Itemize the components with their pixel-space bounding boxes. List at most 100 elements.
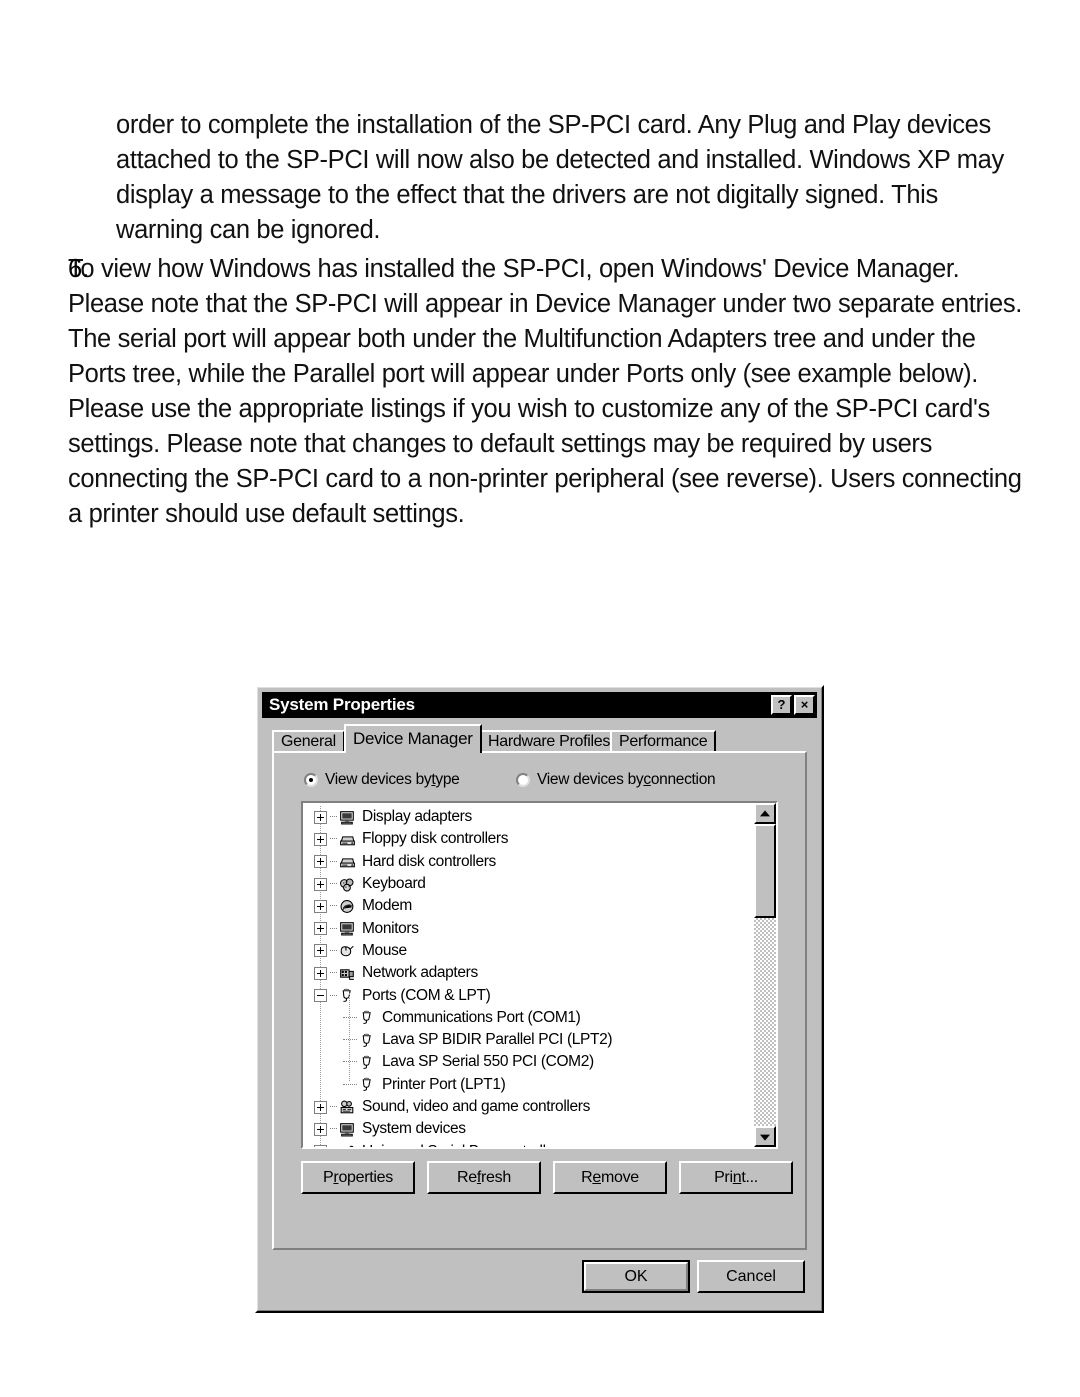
tree-item[interactable]: Universal Serial Bus controllers: [303, 1140, 754, 1147]
sound-icon: [338, 1099, 357, 1116]
drive-icon: [338, 831, 357, 848]
dialog-titlebar[interactable]: System Properties ? ×: [262, 692, 817, 718]
tree-item[interactable]: Ports (COM & LPT): [303, 984, 754, 1006]
scroll-down-icon[interactable]: [754, 1126, 776, 1147]
expand-plus-icon[interactable]: [314, 810, 327, 824]
tree-item[interactable]: Network adapters: [303, 962, 754, 984]
titlebar-button-group: ? ×: [771, 695, 817, 715]
tree-item[interactable]: Communications Port (COM1): [303, 1007, 754, 1029]
tree-item-label: Modem: [362, 897, 412, 915]
tree-item[interactable]: Keyboard: [303, 873, 754, 895]
device-manager-page: View devices by t ype View devices by c on…: [272, 751, 807, 1250]
modem-icon: [338, 898, 357, 915]
tree-item-label: Floppy disk controllers: [362, 830, 509, 848]
properties-label-pre: P: [323, 1169, 334, 1186]
expand-plus-icon[interactable]: [314, 877, 327, 891]
expand-plus-icon[interactable]: [314, 1122, 327, 1136]
collapse-minus-icon[interactable]: [314, 989, 327, 1003]
device-action-buttons: Properties Refresh Remove Print...: [301, 1161, 793, 1194]
refresh-label-pre: Re: [457, 1169, 477, 1186]
arrow-up-icon: [760, 809, 770, 816]
tab-strip: General Device Manager Hardware Profiles…: [272, 724, 807, 753]
tree-item[interactable]: Lava SP BIDIR Parallel PCI (LPT2): [303, 1029, 754, 1051]
tree-item[interactable]: Floppy disk controllers: [303, 828, 754, 850]
monitor-icon: [338, 920, 357, 937]
tree-item[interactable]: Sound, video and game controllers: [303, 1096, 754, 1118]
radio-label-type-post: ype: [435, 771, 460, 788]
port-icon: [358, 1054, 377, 1071]
dialog-frame: System Properties ? × General Device Man…: [257, 687, 822, 1311]
system-properties-dialog[interactable]: System Properties ? × General Device Man…: [255, 685, 824, 1313]
scroll-up-icon[interactable]: [754, 803, 776, 824]
tree-item[interactable]: System devices: [303, 1118, 754, 1140]
tab-performance[interactable]: Performance: [610, 730, 717, 753]
network-card-icon: [338, 965, 357, 982]
tree-item[interactable]: Monitors: [303, 917, 754, 939]
expand-plus-icon[interactable]: [314, 832, 327, 846]
close-icon[interactable]: ×: [794, 695, 815, 715]
properties-button[interactable]: Properties: [301, 1161, 415, 1194]
device-tree-listbox[interactable]: Display adapters Floppy disk controllers H…: [301, 801, 778, 1149]
scrollbar-thumb[interactable]: [754, 824, 776, 918]
tree-item-label: Communications Port (COM1): [382, 1008, 581, 1026]
print-label-pre: Pri: [714, 1169, 733, 1186]
computer-icon: [338, 1121, 357, 1138]
arrow-down-icon: [760, 1134, 770, 1141]
tree-connector: [343, 1083, 357, 1086]
radio-indicator-type[interactable]: [304, 773, 318, 787]
ok-button[interactable]: OK: [582, 1260, 690, 1293]
tree-item[interactable]: Modem: [303, 895, 754, 917]
expand-plus-icon[interactable]: [314, 966, 327, 980]
tab-general[interactable]: General: [272, 730, 345, 753]
refresh-label-post: resh: [481, 1169, 511, 1186]
port-icon: [338, 987, 357, 1004]
tree-item[interactable]: Mouse: [303, 940, 754, 962]
usb-icon: [338, 1143, 357, 1147]
refresh-button[interactable]: Refresh: [427, 1161, 541, 1194]
tree-connector: [330, 994, 337, 997]
radio-label-type-pre: View devices by: [325, 771, 432, 788]
radio-label-conn-pre: View devices by: [537, 771, 644, 788]
device-tree[interactable]: Display adapters Floppy disk controllers H…: [303, 806, 754, 1147]
view-mode-radio-group: View devices by t ype View devices by c on…: [304, 771, 795, 795]
print-button[interactable]: Print...: [679, 1161, 793, 1194]
port-icon: [358, 1076, 377, 1093]
tree-item[interactable]: Lava SP Serial 550 PCI (COM2): [303, 1051, 754, 1073]
radio-indicator-connection[interactable]: [516, 773, 530, 787]
tab-hardware-profiles[interactable]: Hardware Profiles: [479, 730, 620, 753]
remove-button[interactable]: Remove: [553, 1161, 667, 1194]
help-icon[interactable]: ?: [771, 695, 792, 715]
tree-item-label: Hard disk controllers: [362, 852, 496, 870]
tree-item-label: Universal Serial Bus controllers: [362, 1143, 567, 1147]
expand-plus-icon[interactable]: [314, 899, 327, 913]
radio-view-by-type[interactable]: View devices by t ype: [304, 771, 460, 789]
radio-view-by-connection[interactable]: View devices by c onnection: [516, 771, 716, 789]
expand-plus-icon[interactable]: [314, 855, 327, 869]
tree-item[interactable]: Display adapters: [303, 806, 754, 828]
tab-device-manager[interactable]: Device Manager: [344, 724, 482, 753]
expand-plus-icon[interactable]: [314, 1100, 327, 1114]
tree-item[interactable]: Hard disk controllers: [303, 851, 754, 873]
cancel-button[interactable]: Cancel: [697, 1260, 805, 1293]
step-number: 6.: [68, 255, 90, 283]
expand-plus-icon[interactable]: [314, 944, 327, 958]
print-label-post: t...: [741, 1169, 758, 1186]
radio-label-conn-post: onnection: [650, 771, 716, 788]
monitor-icon: [338, 809, 357, 826]
tree-item-label: Lava SP BIDIR Parallel PCI (LPT2): [382, 1031, 613, 1049]
remove-label-accel: e: [592, 1169, 601, 1186]
tree-item-label: Ports (COM & LPT): [362, 986, 491, 1004]
tree-item-label: Printer Port (LPT1): [382, 1075, 506, 1093]
mouse-icon: [338, 942, 357, 959]
vertical-scrollbar[interactable]: [754, 803, 776, 1147]
expand-plus-icon[interactable]: [314, 1145, 327, 1147]
remove-label-post: move: [600, 1169, 639, 1186]
expand-plus-icon[interactable]: [314, 922, 327, 936]
keyboard-icon: [338, 876, 357, 893]
tree-item-label: Mouse: [362, 941, 407, 959]
tree-spine-ports: [349, 993, 351, 1081]
tree-item[interactable]: Printer Port (LPT1): [303, 1074, 754, 1096]
port-icon: [358, 1032, 377, 1049]
tree-item-label: Monitors: [362, 919, 419, 937]
tree-item-label: Lava SP Serial 550 PCI (COM2): [382, 1053, 594, 1071]
